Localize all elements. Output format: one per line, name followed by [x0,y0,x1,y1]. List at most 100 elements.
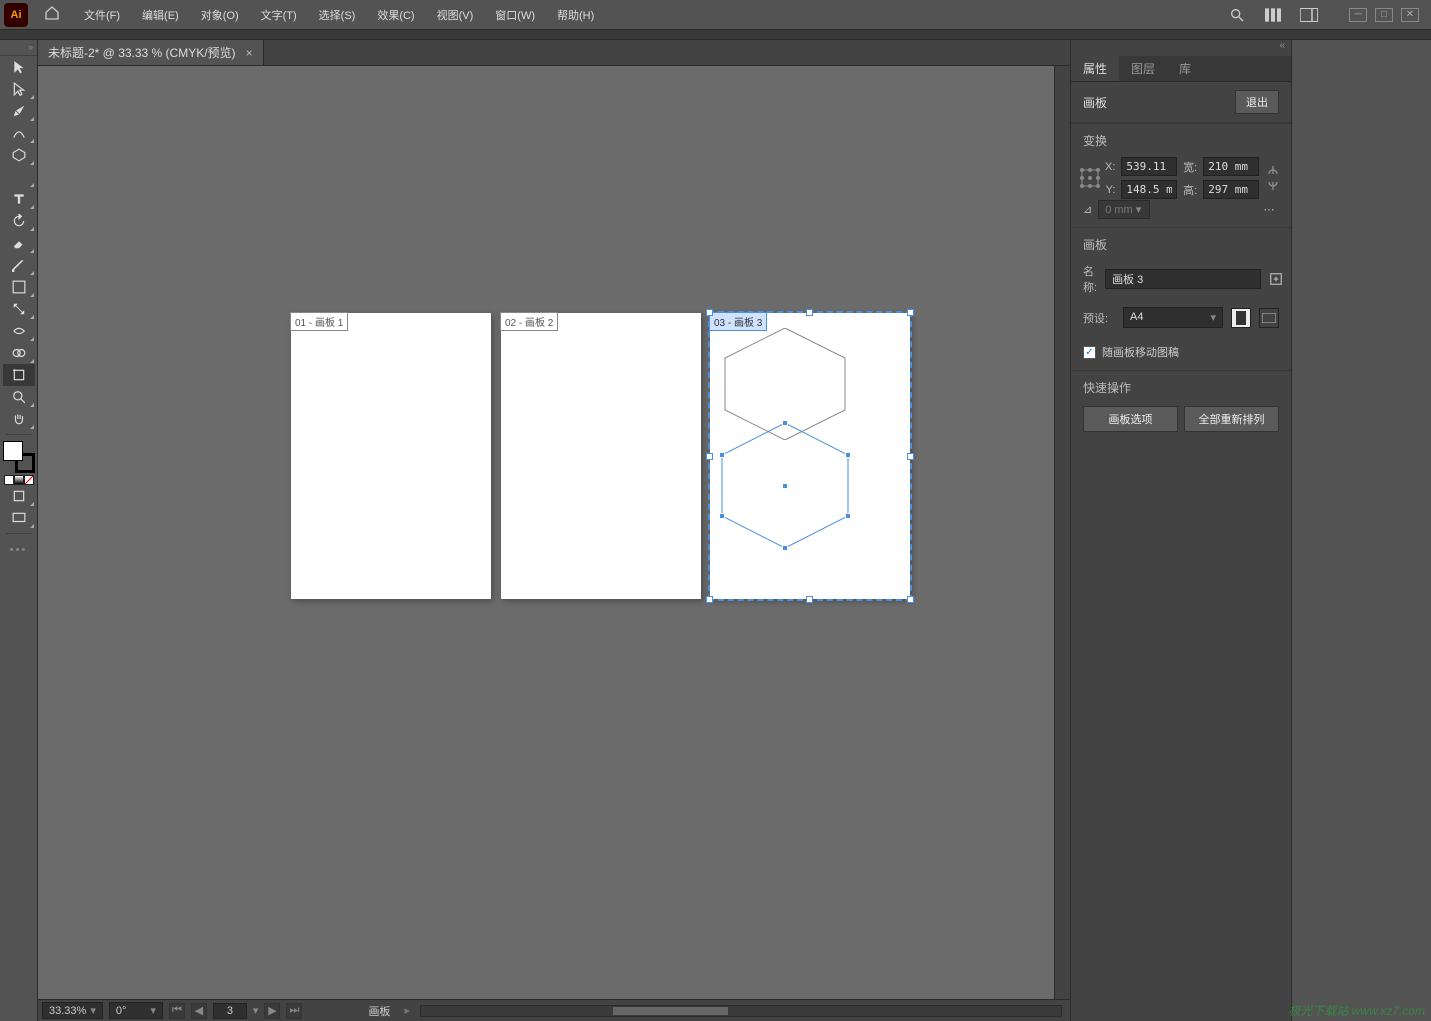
menu-effect[interactable]: 效果(C) [373,5,418,25]
orientation-portrait-icon[interactable] [1231,308,1251,328]
document-tab-title: 未标题-2* @ 33.33 % (CMYK/预览) [48,44,236,61]
angle-input[interactable]: 0 mm ▾ [1098,200,1150,219]
section-transform: 变换 [1071,123,1291,153]
menu-object[interactable]: 对象(O) [197,5,243,25]
menubar: Ai 文件(F) 编辑(E) 对象(O) 文字(T) 选择(S) 效果(C) 视… [0,0,1431,30]
status-menu-icon[interactable]: ▸ [404,1004,410,1017]
nav-last-icon[interactable]: ⏭ [286,1003,302,1019]
panel-collapse-icon[interactable]: « [1071,40,1291,56]
home-icon[interactable] [44,5,60,24]
search-icon[interactable] [1225,3,1249,27]
artboard-name-input[interactable] [1105,269,1261,289]
direct-selection-tool[interactable] [3,78,35,100]
h-input[interactable] [1203,180,1259,199]
toolbox: » ••• [0,40,38,1021]
rearrange-all-button[interactable]: 全部重新排列 [1184,406,1279,432]
eraser-tool[interactable] [3,232,35,254]
angle-icon: ⊿ [1083,203,1092,216]
new-artboard-icon[interactable] [1269,269,1283,289]
empty-dock-area: 极光下载站 www.xz7.com [1291,40,1431,1021]
nav-prev-icon[interactable]: ◀ [191,1003,207,1019]
rotate-field[interactable]: 0°▾ [109,1002,163,1019]
h-label: 高: [1183,182,1197,198]
close-button[interactable]: ✕ [1401,8,1419,22]
w-label: 宽: [1183,159,1197,175]
minimize-button[interactable]: ─ [1349,8,1367,22]
menu-window[interactable]: 窗口(W) [491,5,539,25]
selection-tool[interactable] [3,56,35,78]
preset-label: 预设: [1083,310,1115,326]
x-input[interactable] [1121,157,1177,176]
nav-next-icon[interactable]: ▶ [264,1003,280,1019]
tab-layers[interactable]: 图层 [1119,56,1167,81]
move-with-artboard-label: 随画板移动图稿 [1102,344,1179,360]
curvature-tool[interactable] [3,122,35,144]
type-tool[interactable] [3,188,35,210]
menu-file[interactable]: 文件(F) [80,5,124,25]
orientation-landscape-icon[interactable] [1259,308,1279,328]
artboard-index[interactable]: 3 [213,1003,247,1019]
link-wh-icon[interactable] [1263,164,1283,192]
maximize-button[interactable]: □ [1375,8,1393,22]
artboard-1-label: 01 - 画板 1 [290,312,348,331]
y-input[interactable] [1121,180,1177,199]
section-artboard: 画板 [1071,227,1291,257]
preset-select[interactable]: A4▾ [1123,307,1223,328]
color-mode-row[interactable] [4,475,34,485]
menu-edit[interactable]: 编辑(E) [138,5,183,25]
nav-first-icon[interactable]: ⏮ [169,1003,185,1019]
eyedropper-tool[interactable] [3,254,35,276]
artboard-3[interactable]: 03 - 画板 3 [710,313,910,599]
artboard-options-button[interactable]: 画板选项 [1083,406,1178,432]
tab-properties[interactable]: 属性 [1071,56,1119,81]
document-tab-bar: 未标题-2* @ 33.33 % (CMYK/预览) × [38,40,1070,66]
status-tool-label: 画板 [368,1003,390,1019]
properties-panel: « 属性 图层 库 画板 退出 变换 X: 宽: [1070,40,1291,1021]
menu-items: 文件(F) 编辑(E) 对象(O) 文字(T) 选择(S) 效果(C) 视图(V… [80,5,598,25]
x-label: X: [1105,161,1115,173]
workspace-icon[interactable] [1297,3,1321,27]
screen-mode-icon[interactable] [3,507,35,529]
artboard-tool[interactable] [3,364,35,386]
hand-tool[interactable] [3,408,35,430]
exit-button[interactable]: 退出 [1235,90,1279,114]
shape-tool[interactable] [3,144,35,166]
menu-select[interactable]: 选择(S) [315,5,360,25]
artboard-2-label: 02 - 画板 2 [500,312,558,331]
reference-point-icon[interactable] [1079,167,1101,189]
width-tool[interactable] [3,320,35,342]
rotate-tool[interactable] [3,210,35,232]
w-input[interactable] [1203,157,1259,176]
artboard-1[interactable]: 01 - 画板 1 [291,313,491,599]
menu-view[interactable]: 视图(V) [433,5,478,25]
artboard-2[interactable]: 02 - 画板 2 [501,313,701,599]
move-with-artboard-checkbox[interactable]: ✓ [1083,346,1096,359]
pen-tool[interactable] [3,100,35,122]
shape-builder-tool[interactable] [3,342,35,364]
draw-mode-icon[interactable] [3,485,35,507]
brush-tool[interactable] [3,166,35,188]
vertical-scrollbar[interactable] [1054,66,1070,999]
panel-title: 画板 [1083,94,1107,111]
toolbox-collapse-icon[interactable]: » [0,42,37,56]
tab-libraries[interactable]: 库 [1167,56,1203,81]
artboard-index-dropdown[interactable]: ▾ [253,1004,259,1017]
menu-help[interactable]: 帮助(H) [553,5,598,25]
watermark-text: 极光下载站 www.xz7.com [1288,1002,1425,1019]
zoom-field[interactable]: 33.33%▾ [42,1002,103,1019]
document-tab[interactable]: 未标题-2* @ 33.33 % (CMYK/预览) × [38,40,264,65]
fill-stroke-swatch[interactable] [3,441,35,473]
app-logo-icon: Ai [4,3,28,27]
control-bar [0,30,1431,40]
name-label: 名称: [1083,263,1097,295]
tab-close-icon[interactable]: × [246,46,253,60]
scale-tool[interactable] [3,298,35,320]
horizontal-scrollbar[interactable] [420,1005,1062,1017]
more-options-icon[interactable]: ⋯ [1259,199,1279,219]
menu-type[interactable]: 文字(T) [257,5,301,25]
canvas[interactable]: 01 - 画板 1 02 - 画板 2 03 - 画板 3 [38,66,1054,999]
gradient-tool[interactable] [3,276,35,298]
zoom-tool[interactable] [3,386,35,408]
arrange-icon[interactable] [1261,3,1285,27]
edit-toolbar-icon[interactable]: ••• [10,544,28,556]
